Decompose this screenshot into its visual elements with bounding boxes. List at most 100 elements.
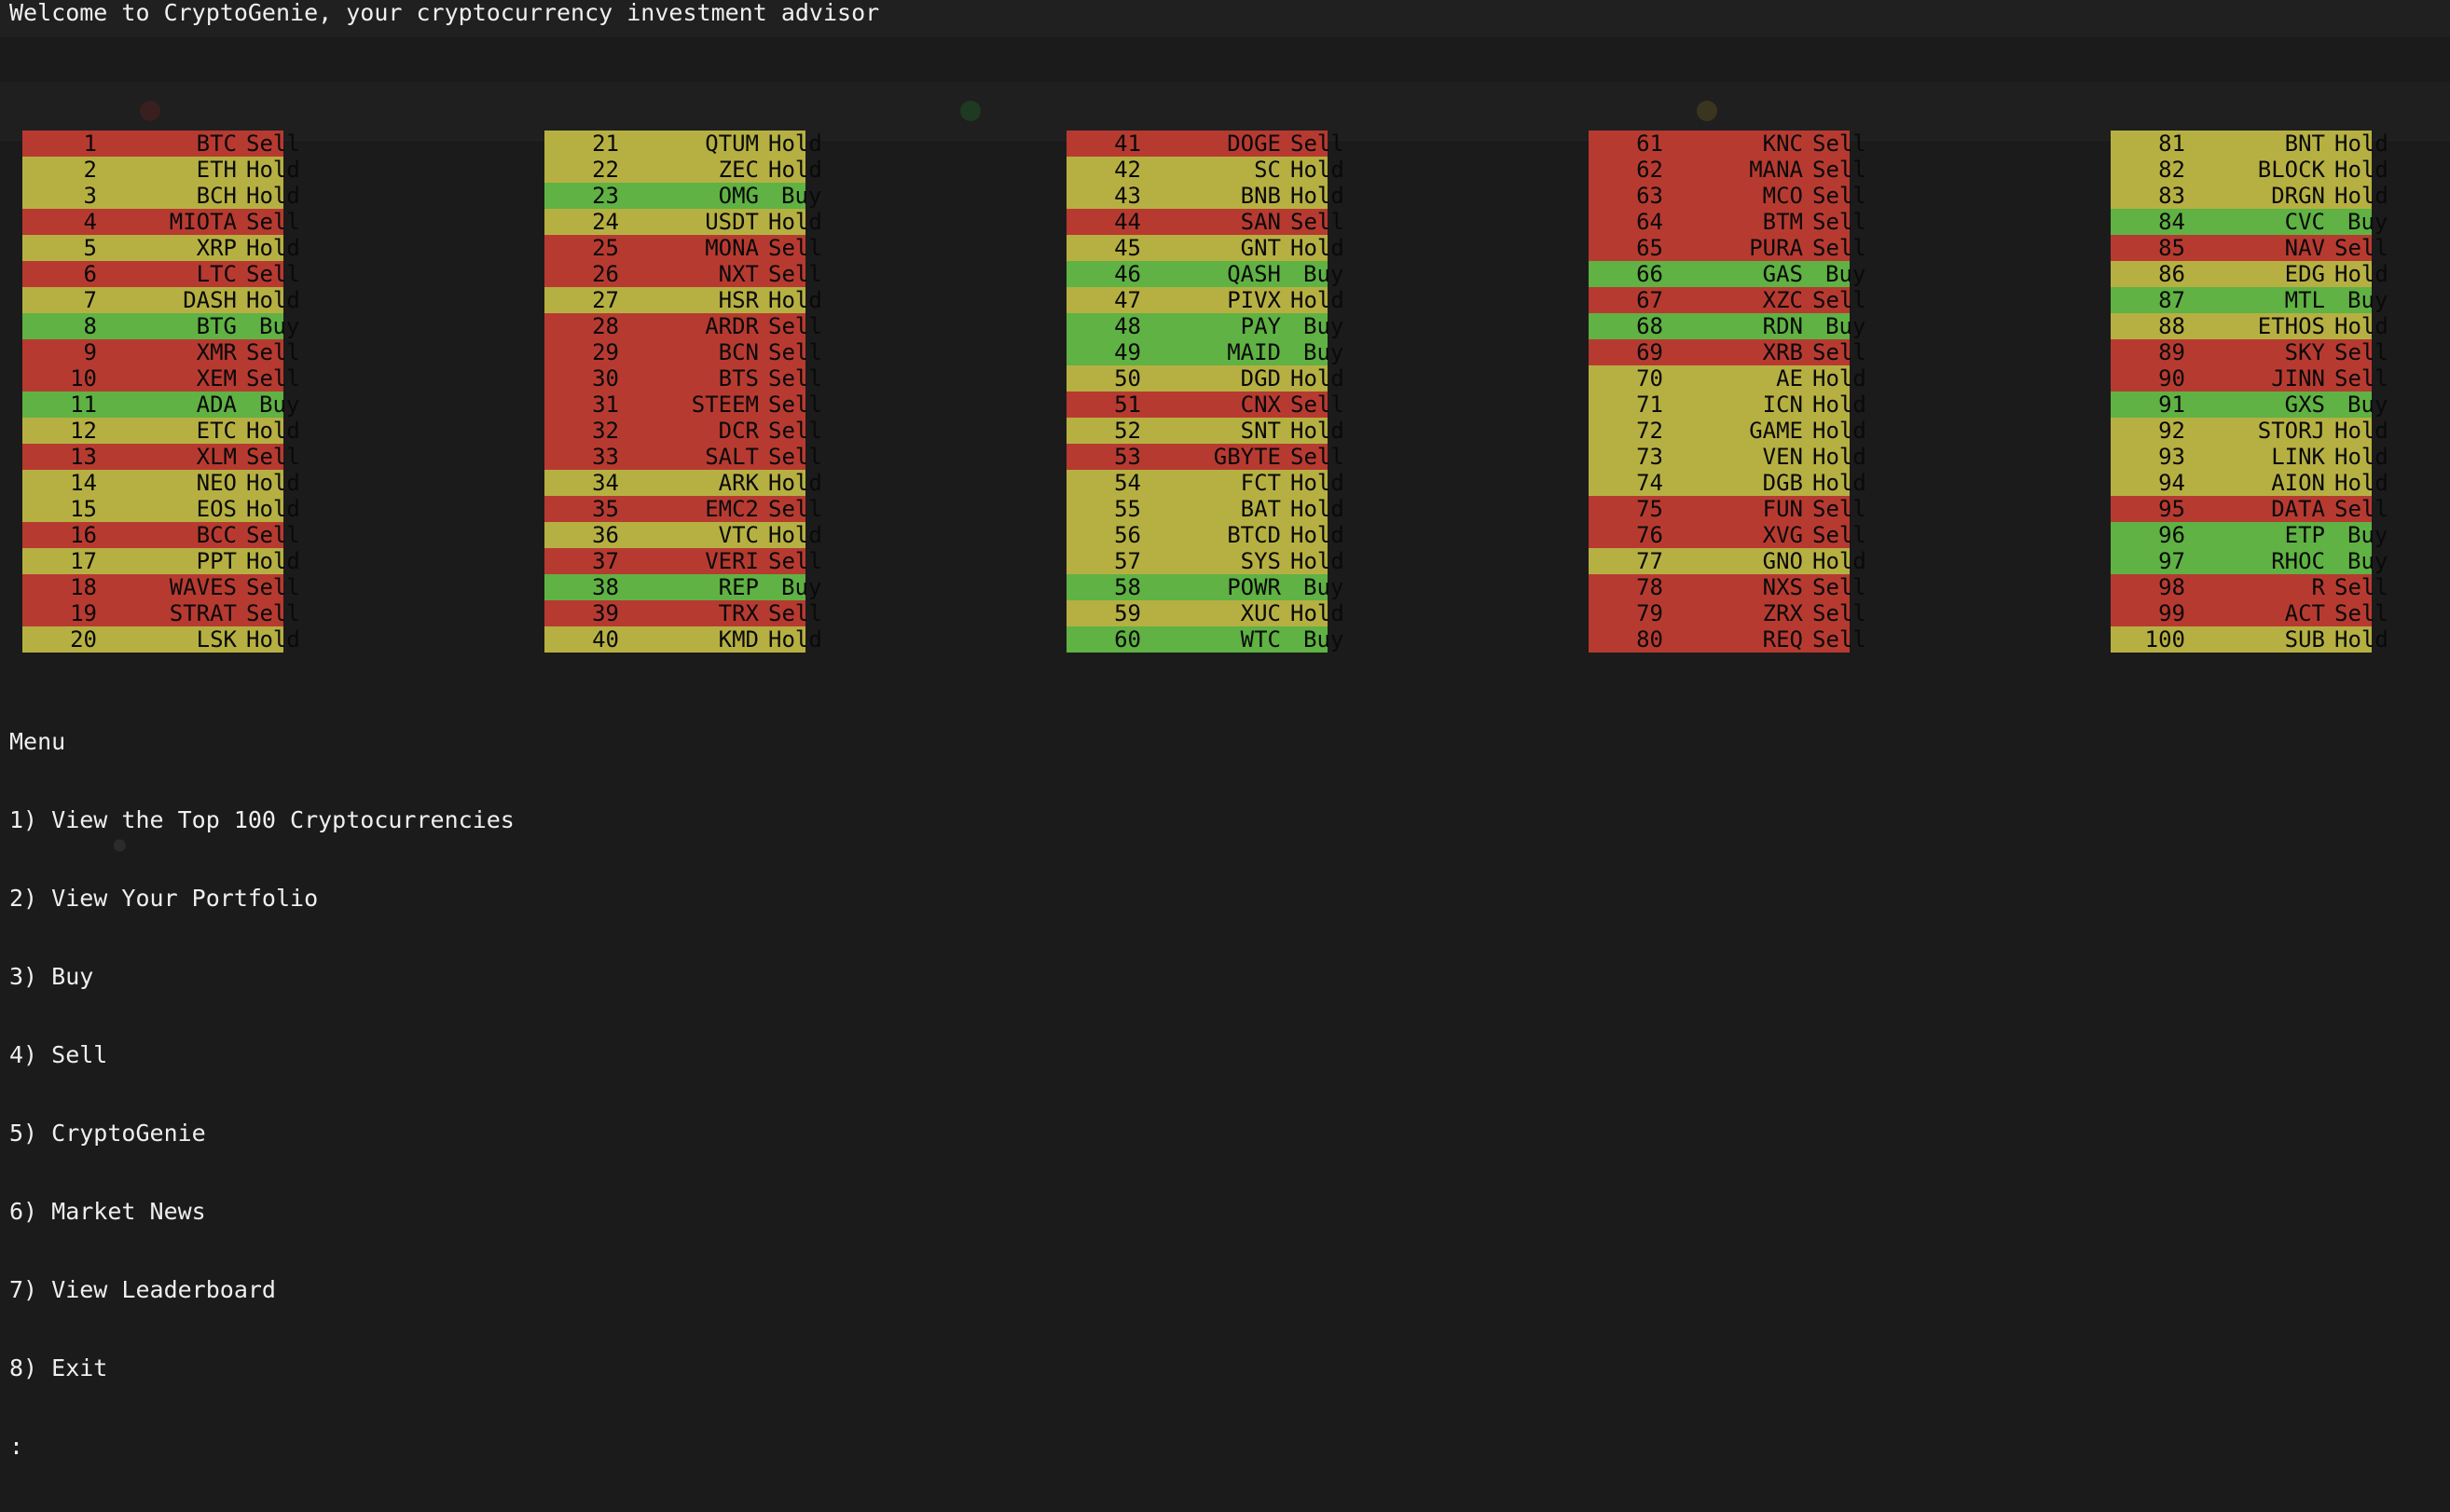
coin-row: 15 EOS Hold xyxy=(22,496,300,522)
coin-ticker: DATA xyxy=(2271,496,2325,522)
coin-rec: Hold xyxy=(246,287,300,313)
coin-row: 76 XVG Sell xyxy=(1589,522,1866,548)
coin-ticker: GAS xyxy=(1762,261,1803,287)
coin-rec: Sell xyxy=(768,548,822,574)
menu-title: Menu xyxy=(9,728,66,755)
coin-rank: 72 xyxy=(1636,418,1663,444)
coin-row: 85 NAV Sell xyxy=(2111,235,2388,261)
menu-item-leaderboard: 7) View Leaderboard xyxy=(9,1276,276,1303)
coin-ticker: BTCD xyxy=(1227,522,1281,548)
coin-rec: Sell xyxy=(768,496,822,522)
coin-rec: Hold xyxy=(768,470,822,496)
coin-row: 41 DOGE Sell xyxy=(1067,131,1344,157)
coin-ticker: WTC xyxy=(1240,626,1281,653)
coin-rank: 8 xyxy=(83,313,97,339)
coin-column: 21 QTUM Hold 22 ZEC Hold 23 OMG Buy 24 USDT Hold 25 M… xyxy=(544,131,822,653)
coin-rank: 13 xyxy=(70,444,97,470)
coin-rank: 68 xyxy=(1636,313,1663,339)
coin-rec: Hold xyxy=(246,626,300,653)
coin-ticker: ETH xyxy=(196,157,237,183)
coin-rec: Hold xyxy=(768,626,822,653)
coin-rec: Hold xyxy=(2334,444,2388,470)
coin-row: 38 REP Buy xyxy=(544,574,821,600)
coin-row: 48 PAY Buy xyxy=(1067,313,1343,339)
coin-rec: Sell xyxy=(1290,131,1344,157)
coin-ticker: BTM xyxy=(1762,209,1803,235)
coin-rank: 87 xyxy=(2158,287,2185,313)
coin-ticker: SNT xyxy=(1240,418,1281,444)
coin-rank: 52 xyxy=(1114,418,1141,444)
coin-rec: Sell xyxy=(768,392,822,418)
coin-ticker: FUN xyxy=(1762,496,1803,522)
coin-rec: Buy xyxy=(781,574,822,600)
coin-rank: 94 xyxy=(2158,470,2185,496)
coin-rank: 39 xyxy=(592,600,619,626)
coin-ticker: XUC xyxy=(1240,600,1281,626)
coin-ticker: BCC xyxy=(196,522,237,548)
coin-rank: 46 xyxy=(1114,261,1141,287)
coin-row: 55 BAT Hold xyxy=(1067,496,1344,522)
coin-rec: Hold xyxy=(246,548,300,574)
coin-row: 57 SYS Hold xyxy=(1067,548,1344,574)
coin-rank: 85 xyxy=(2158,235,2185,261)
coin-rank: 11 xyxy=(70,392,97,418)
terminal-window[interactable]: Welcome to CryptoGenie, your cryptocurre… xyxy=(0,0,2450,1460)
coin-rec: Hold xyxy=(768,131,822,157)
coin-ticker: LTC xyxy=(196,261,237,287)
coin-rec: Hold xyxy=(1290,157,1344,183)
coin-row: 8 BTG Buy xyxy=(22,313,299,339)
coin-row: 88 ETHOS Hold xyxy=(2111,313,2388,339)
coin-row: 54 FCT Hold xyxy=(1067,470,1344,496)
coin-rank: 60 xyxy=(1114,626,1141,653)
coin-rec: Sell xyxy=(2334,600,2388,626)
coin-rec: Hold xyxy=(1812,418,1866,444)
coin-ticker: WAVES xyxy=(169,574,237,600)
coin-rec: Hold xyxy=(2334,418,2388,444)
coin-rank: 6 xyxy=(83,261,97,287)
coin-ticker: XRB xyxy=(1762,339,1803,365)
coin-rank: 57 xyxy=(1114,548,1141,574)
coin-row: 27 HSR Hold xyxy=(544,287,822,313)
coin-ticker: DGB xyxy=(1762,470,1803,496)
coin-ticker: REQ xyxy=(1762,626,1803,653)
coin-ticker: EDG xyxy=(2284,261,2325,287)
coin-rec: Hold xyxy=(1812,365,1866,392)
coin-rank: 65 xyxy=(1636,235,1663,261)
coin-rec: Hold xyxy=(1290,548,1344,574)
coin-row: 24 USDT Hold xyxy=(544,209,822,235)
coin-ticker: SKY xyxy=(2284,339,2325,365)
coin-ticker: NXS xyxy=(1762,574,1803,600)
coin-ticker: XEM xyxy=(196,365,237,392)
coin-rank: 37 xyxy=(592,548,619,574)
coin-row: 20 LSK Hold xyxy=(22,626,300,653)
coin-ticker: SALT xyxy=(705,444,759,470)
coin-rank: 31 xyxy=(592,392,619,418)
coin-rec: Sell xyxy=(2334,235,2388,261)
coin-row: 79 ZRX Sell xyxy=(1589,600,1866,626)
input-prompt[interactable]: : xyxy=(9,1434,515,1460)
coin-ticker: ARK xyxy=(718,470,759,496)
coin-rank: 32 xyxy=(592,418,619,444)
main-menu: Menu 1) View the Top 100 Cryptocurrencie… xyxy=(9,677,515,1512)
coin-ticker: XMR xyxy=(196,339,237,365)
coin-ticker: STORJ xyxy=(2257,418,2325,444)
coin-rec: Sell xyxy=(1812,183,1866,209)
coin-ticker: BAT xyxy=(1240,496,1281,522)
coin-rank: 18 xyxy=(70,574,97,600)
coin-rank: 26 xyxy=(592,261,619,287)
coin-row: 71 ICN Hold xyxy=(1589,392,1866,418)
coin-row: 10 XEM Sell xyxy=(22,365,300,392)
coin-rec: Hold xyxy=(1290,235,1344,261)
coin-rec: Buy xyxy=(2347,548,2388,574)
coin-rec: Sell xyxy=(768,261,822,287)
coin-rank: 49 xyxy=(1114,339,1141,365)
coin-ticker: GNO xyxy=(1762,548,1803,574)
coin-ticker: BNT xyxy=(2284,131,2325,157)
coin-rec: Buy xyxy=(1303,313,1344,339)
coin-row: 13 XLM Sell xyxy=(22,444,300,470)
coin-rank: 20 xyxy=(70,626,97,653)
coin-ticker: R xyxy=(2311,574,2325,600)
coin-rank: 59 xyxy=(1114,600,1141,626)
coin-rec: Hold xyxy=(2334,157,2388,183)
coin-rank: 80 xyxy=(1636,626,1663,653)
